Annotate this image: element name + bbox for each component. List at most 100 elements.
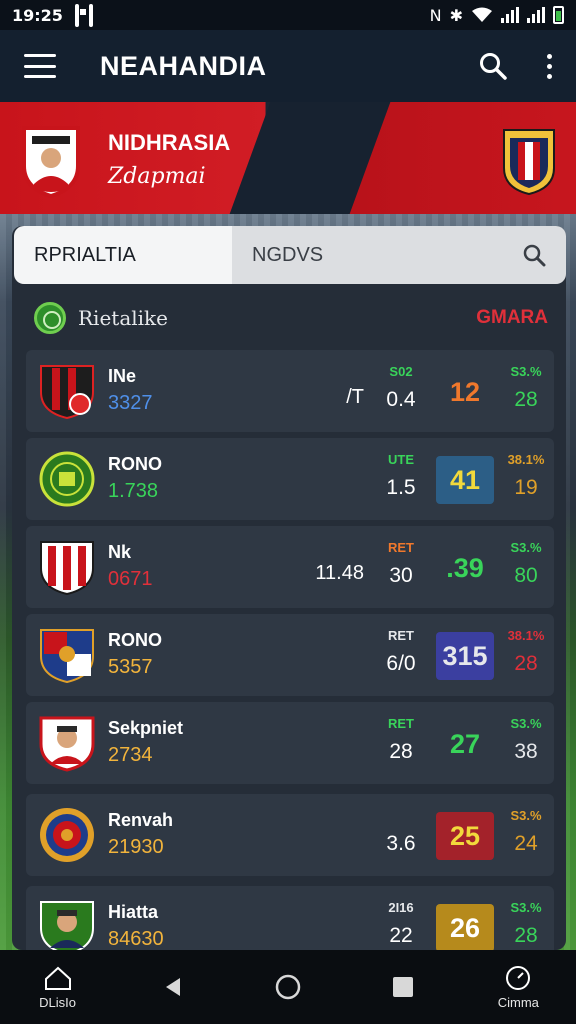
clock-icon [506, 965, 531, 990]
search-icon[interactable] [522, 243, 546, 267]
player-avatar-icon [39, 716, 95, 772]
hero-name: NIDHRASIA [108, 130, 231, 155]
signal-icon [501, 7, 519, 23]
team-code: 3327 [108, 392, 153, 414]
percent-label: S3.% [510, 540, 542, 555]
team-crest-icon [40, 541, 94, 596]
stat-value: 3.6 [386, 832, 416, 855]
percent-label: S3.% [510, 900, 542, 915]
nav-home[interactable]: DLisIo [18, 957, 98, 1017]
score-value: 27 [449, 728, 481, 759]
percent-label: S3.% [510, 716, 542, 731]
table-row[interactable]: RONO 5357 RET 6/0 315 38.1% 28 [26, 614, 554, 696]
score-badge: 26 [436, 904, 494, 952]
nav-label: Cimma [497, 994, 539, 1010]
team-name: RONO [108, 630, 162, 650]
team-code: 2734 [108, 744, 153, 766]
team-crest-icon [40, 365, 94, 420]
recents-icon [393, 977, 414, 997]
table-row[interactable]: INe 3327 /T S02 0.4 12 S3.% 28 [26, 350, 554, 432]
team-name: Hiatta [108, 902, 159, 922]
home-icon [44, 966, 71, 990]
stat-value: 28 [389, 740, 413, 763]
row-mid-value: /T [346, 386, 364, 408]
percent-value: 24 [514, 832, 538, 855]
stat-label: 2I16 [388, 900, 414, 915]
battery-icon [553, 6, 564, 24]
more-vert-icon[interactable] [547, 53, 552, 79]
nav-back[interactable] [133, 957, 213, 1017]
score-value: 41 [449, 464, 481, 495]
percent-label: 38.1% [507, 452, 545, 467]
percent-value: 19 [514, 476, 538, 499]
football-icon [34, 302, 66, 334]
nfc-icon: N [429, 5, 442, 25]
score-value: 26 [449, 912, 481, 943]
hero-banner: NIDHRASIA Zdapmai [0, 102, 576, 214]
back-icon [165, 978, 180, 996]
stat-label: S02 [389, 364, 413, 379]
system-nav-bar: DLisIo Cimma [0, 950, 576, 1024]
tab-ngdvs[interactable]: NGDVS [232, 226, 566, 284]
club-crest-icon [503, 129, 555, 196]
table-row[interactable]: RONO 1.738 UTE 1.5 41 38.1% 19 [26, 438, 554, 520]
percent-label: S3.% [510, 808, 542, 823]
percent-label: S3.% [510, 364, 542, 379]
table-row[interactable]: Hiatta 84630 2I16 22 26 S3.% 28 [26, 886, 554, 956]
hero-subtitle: Zdapmai [108, 164, 206, 189]
score-value: 315 [442, 640, 488, 671]
nav-recents[interactable] [363, 957, 443, 1017]
stat-value: 0.4 [386, 388, 416, 411]
score-badge: 27 [436, 720, 494, 768]
team-crest-icon [40, 808, 94, 862]
team-code: 0671 [108, 568, 153, 590]
row-mid-value: 11.48 [315, 562, 364, 584]
nav-clock[interactable]: Cimma [478, 957, 558, 1017]
score-badge: .39 [436, 544, 494, 592]
score-badge: 12 [436, 368, 494, 416]
player-avatar-icon [22, 126, 80, 198]
stat-label: UTE [388, 452, 414, 467]
team-name: Renvah [108, 810, 174, 830]
home-circle-icon [275, 974, 301, 1000]
team-code: 21930 [108, 836, 164, 858]
player-avatar-icon [40, 901, 94, 956]
score-value: 12 [449, 376, 481, 407]
status-time: 19:25 [12, 5, 63, 25]
signal-icon [527, 7, 545, 23]
table-row[interactable]: Sekpniet 2734 RET 28 27 S3.% 38 [26, 702, 554, 784]
table-row[interactable]: Renvah 21930 3.6 25 S3.% 24 [26, 794, 554, 876]
score-value: .39 [446, 552, 484, 583]
team-crest-icon [39, 451, 95, 507]
percent-value: 28 [514, 924, 538, 947]
stat-value: 6/0 [386, 652, 416, 675]
stat-label: RET [388, 628, 414, 643]
nav-label: DLisIo [39, 994, 77, 1010]
search-icon[interactable] [479, 52, 507, 80]
section-action-link[interactable]: GMARA [476, 307, 548, 329]
team-code: 1.738 [108, 480, 159, 502]
score-value: 25 [449, 820, 481, 851]
team-name: Nk [108, 542, 132, 562]
tab-rprialtia[interactable]: RPRIALTIA [14, 226, 232, 284]
stat-value: 22 [389, 924, 413, 947]
hamburger-icon[interactable] [24, 54, 56, 78]
team-name: Sekpniet [108, 718, 184, 738]
team-crest-icon [40, 629, 94, 684]
score-badge: 315 [436, 632, 494, 680]
percent-value: 80 [514, 564, 538, 587]
stat-value: 1.5 [386, 476, 416, 499]
app-title: NEAHANDIA [100, 50, 267, 81]
nav-home-circle[interactable] [248, 957, 328, 1017]
score-badge: 41 [436, 456, 494, 504]
team-name: INe [108, 366, 137, 386]
table-row[interactable]: Nk 0671 11.48 RET 30 .39 S3.% 80 [26, 526, 554, 608]
status-bar: 19:25 N ✱ [0, 0, 576, 30]
team-code: 5357 [108, 656, 153, 678]
section-header: Rietalike GMARA [34, 300, 548, 336]
percent-value: 28 [514, 652, 538, 675]
tab-label: RPRIALTIA [34, 243, 136, 266]
team-name: RONO [108, 454, 162, 474]
tab-label: NGDVS [252, 243, 324, 266]
stat-label: RET [388, 540, 414, 555]
